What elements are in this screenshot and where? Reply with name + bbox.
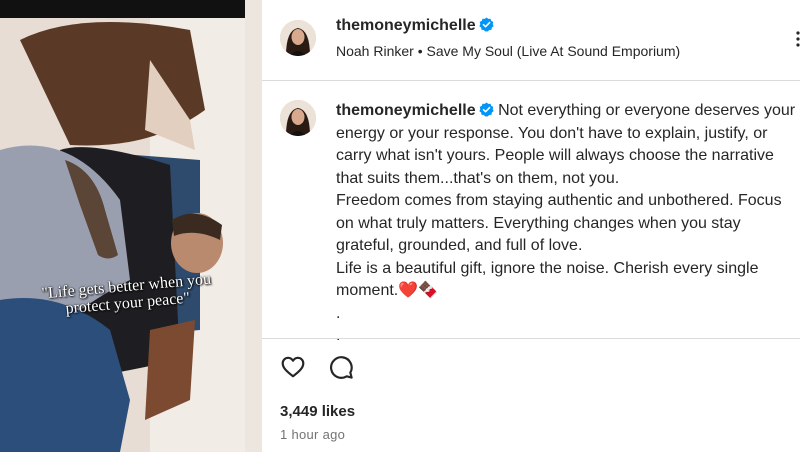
post-video[interactable]: "Life gets better when you protect your … xyxy=(0,0,262,452)
author-avatar[interactable] xyxy=(280,20,316,56)
caption-username[interactable]: themoneymichelle xyxy=(336,102,476,119)
caption-line: themoneymichelle Not everything or every… xyxy=(336,100,800,190)
video-frame xyxy=(0,0,262,452)
caption-emojis: ❤️🍫 xyxy=(398,282,439,299)
post-actions xyxy=(280,354,372,385)
post-caption: themoneymichelle Not everything or every… xyxy=(336,100,800,348)
likes-count[interactable]: 3,449 likes xyxy=(280,403,355,420)
caption-line: Freedom comes from staying authentic and… xyxy=(336,192,782,254)
avatar-image xyxy=(280,100,316,136)
heart-icon xyxy=(281,356,305,378)
actions-divider xyxy=(262,338,800,339)
post-timestamp[interactable]: 1 hour ago xyxy=(280,427,345,442)
comment-button[interactable] xyxy=(328,354,354,385)
post-details-panel: themoneymichelle Noah Rinker • Save My S… xyxy=(262,0,800,452)
more-options-icon[interactable] xyxy=(796,30,800,48)
caption-line: . xyxy=(336,304,341,322)
verified-badge-icon xyxy=(478,17,494,32)
caption-author-avatar[interactable] xyxy=(280,100,316,136)
like-button[interactable] xyxy=(280,354,306,385)
comment-bubble-icon xyxy=(330,356,354,379)
header-username[interactable]: themoneymichelle xyxy=(336,17,476,34)
post-header: themoneymichelle Noah Rinker • Save My S… xyxy=(262,0,800,81)
header-username-row: themoneymichelle xyxy=(336,17,494,35)
avatar-image xyxy=(280,20,316,56)
caption-line: . xyxy=(336,327,341,344)
audio-track-link[interactable]: Noah Rinker • Save My Soul (Live At Soun… xyxy=(336,43,680,59)
verified-badge-icon xyxy=(478,102,494,117)
caption-line: Life is a beautiful gift, ignore the noi… xyxy=(336,258,800,303)
